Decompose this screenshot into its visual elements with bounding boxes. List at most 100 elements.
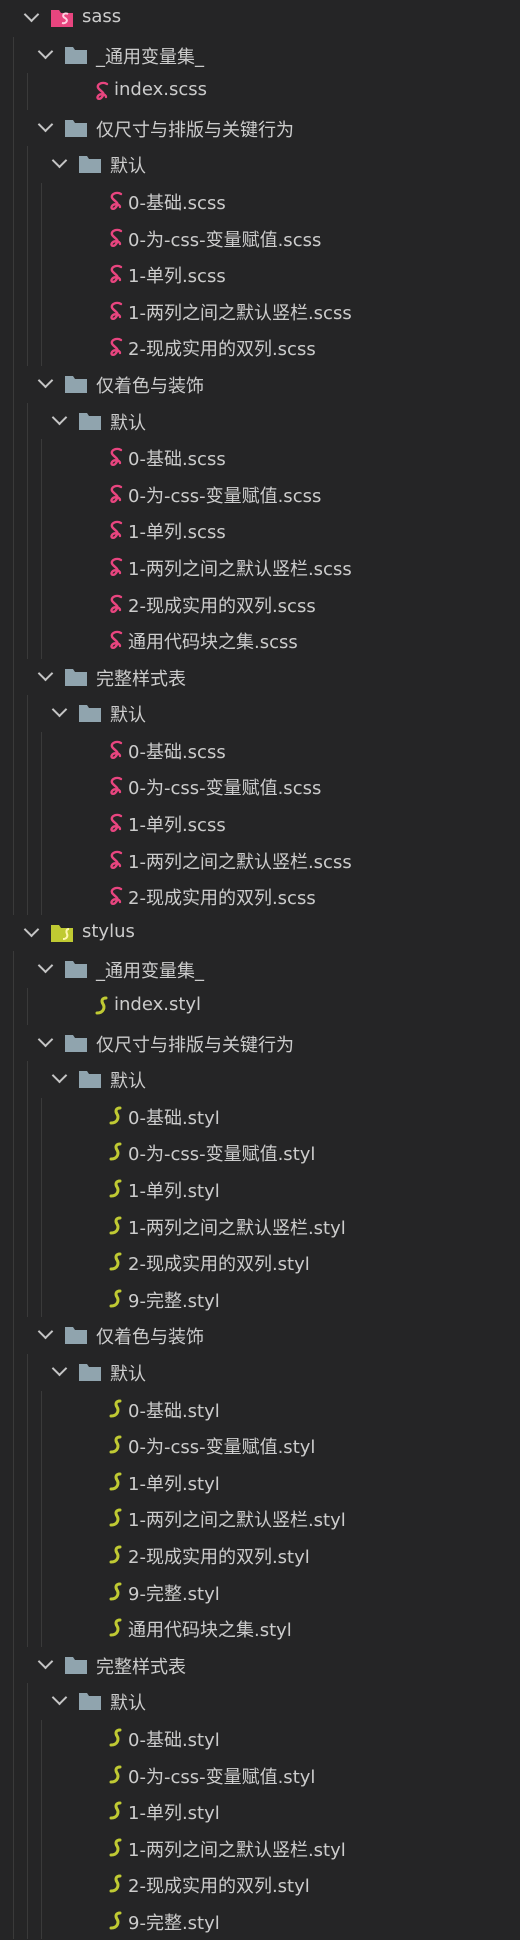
- tree-folder-row[interactable]: stylus: [0, 915, 520, 952]
- tree-file-row[interactable]: 0-基础.styl: [0, 1719, 520, 1757]
- sass-file-icon: [90, 80, 114, 102]
- chevron-down-icon[interactable]: [51, 409, 68, 425]
- tree-file-row[interactable]: 0-基础.scss: [0, 731, 520, 769]
- tree-file-row[interactable]: 1-两列之间之默认竖栏.scss: [0, 548, 520, 586]
- tree-folder-row[interactable]: 仅尺寸与排版与关键行为: [0, 1024, 520, 1062]
- indent-guide: [27, 1207, 28, 1245]
- indent-guide: [27, 768, 28, 806]
- tree-file-row[interactable]: 0-为-css-变量赋值.scss: [0, 768, 520, 806]
- indent-guide: [27, 1902, 28, 1940]
- tree-file-row[interactable]: 通用代码块之集.styl: [0, 1610, 520, 1647]
- tree-folder-row[interactable]: _通用变量集_: [0, 951, 520, 989]
- file-name: 1-两列之间之默认竖栏.scss: [128, 558, 352, 580]
- tree-file-row[interactable]: 0-为-css-变量赋值.styl: [0, 1427, 520, 1464]
- indent-guide: [13, 512, 14, 549]
- indent-guide: [13, 329, 14, 366]
- tree-file-row[interactable]: 1-单列.scss: [0, 256, 520, 293]
- tree-folder-row[interactable]: sass: [0, 0, 520, 37]
- tree-file-row[interactable]: 2-现成实用的双列.scss: [0, 585, 520, 623]
- tree-folder-row[interactable]: 默认: [0, 1353, 520, 1391]
- tree-folder-row[interactable]: 默认: [0, 1683, 520, 1720]
- tree-file-row[interactable]: 0-为-css-变量赋值.scss: [0, 475, 520, 513]
- chevron-down-icon[interactable]: [51, 702, 68, 718]
- indent-guide: [41, 1573, 42, 1611]
- tree-file-row[interactable]: 9-完整.styl: [0, 1573, 520, 1611]
- tree-file-row[interactable]: 1-单列.styl: [0, 1171, 520, 1208]
- sass-file-icon: [104, 812, 128, 834]
- tree-folder-row[interactable]: 默认: [0, 402, 520, 440]
- tree-file-row[interactable]: 9-完整.styl: [0, 1280, 520, 1318]
- indent-guide: [13, 548, 14, 586]
- tree-file-row[interactable]: 0-基础.styl: [0, 1390, 520, 1428]
- chevron-down-icon[interactable]: [37, 43, 54, 59]
- tree-folder-row[interactable]: 仅尺寸与排版与关键行为: [0, 109, 520, 147]
- chevron-down-icon[interactable]: [37, 372, 54, 389]
- tree-file-row[interactable]: 2-现成实用的双列.styl: [0, 1866, 520, 1903]
- tree-file-row[interactable]: 0-基础.scss: [0, 439, 520, 476]
- tree-folder-row[interactable]: 默认: [0, 146, 520, 183]
- tree-file-row[interactable]: index.scss: [0, 73, 520, 110]
- tree-folder-row[interactable]: 完整样式表: [0, 1646, 520, 1684]
- tree-file-row[interactable]: 9-完整.styl: [0, 1902, 520, 1940]
- tree-file-row[interactable]: 2-现成实用的双列.scss: [0, 878, 520, 915]
- stylus-file-icon: [104, 1141, 128, 1163]
- chevron-down-icon[interactable]: [51, 153, 68, 169]
- tree-folder-row[interactable]: 仅着色与装饰: [0, 1317, 520, 1354]
- sass-file-icon: [104, 885, 128, 907]
- tree-file-row[interactable]: 0-基础.scss: [0, 182, 520, 220]
- indent-guide: [13, 658, 14, 696]
- indent-guide: [13, 622, 14, 659]
- indent-guide: [13, 256, 14, 293]
- file-name: 0-为-css-变量赋值.scss: [128, 485, 322, 507]
- tree-folder-row[interactable]: 完整样式表: [0, 658, 520, 696]
- tree-file-row[interactable]: 1-单列.styl: [0, 1793, 520, 1830]
- indent-guide: [27, 1134, 28, 1171]
- chevron-down-icon[interactable]: [23, 921, 40, 938]
- tree-file-row[interactable]: 1-两列之间之默认竖栏.styl: [0, 1500, 520, 1537]
- chevron-down-icon[interactable]: [37, 958, 54, 974]
- chevron-down-icon[interactable]: [51, 1360, 68, 1377]
- tree-folder-row[interactable]: 默认: [0, 695, 520, 732]
- indent-guide: [13, 1756, 14, 1794]
- file-name: 2-现成实用的双列.styl: [128, 1876, 310, 1898]
- tree-file-row[interactable]: 0-为-css-变量赋值.styl: [0, 1134, 520, 1171]
- file-name: index.styl: [114, 994, 202, 1016]
- tree-file-row[interactable]: 通用代码块之集.scss: [0, 622, 520, 659]
- tree-file-row[interactable]: 0-基础.styl: [0, 1097, 520, 1135]
- chevron-down-icon[interactable]: [51, 1690, 68, 1706]
- chevron-down-icon[interactable]: [37, 665, 54, 681]
- tree-file-row[interactable]: index.styl: [0, 988, 520, 1025]
- indent-guide: [41, 1097, 42, 1135]
- chevron-down-icon[interactable]: [37, 1324, 54, 1340]
- file-name: 9-完整.styl: [128, 1290, 220, 1312]
- chevron-down-icon[interactable]: [37, 1031, 54, 1047]
- chevron-down-icon[interactable]: [51, 1067, 68, 1084]
- chevron-down-icon[interactable]: [37, 116, 54, 133]
- tree-file-row[interactable]: 1-单列.scss: [0, 512, 520, 549]
- indent-guide: [27, 841, 28, 879]
- tree-folder-row[interactable]: 仅着色与装饰: [0, 365, 520, 403]
- indent-guide: [13, 1280, 14, 1318]
- folder-name: 完整样式表: [96, 1656, 186, 1678]
- tree-file-row[interactable]: 1-两列之间之默认竖栏.scss: [0, 841, 520, 879]
- sass-file-icon: [104, 519, 128, 541]
- tree-file-row[interactable]: 1-单列.styl: [0, 1463, 520, 1501]
- tree-file-row[interactable]: 0-为-css-变量赋值.scss: [0, 219, 520, 257]
- tree-file-row[interactable]: 1-两列之间之默认竖栏.styl: [0, 1207, 520, 1245]
- indent-guide: [27, 402, 28, 440]
- tree-file-row[interactable]: 0-为-css-变量赋值.styl: [0, 1756, 520, 1794]
- chevron-down-icon[interactable]: [37, 1653, 54, 1669]
- tree-file-row[interactable]: 2-现成实用的双列.styl: [0, 1244, 520, 1281]
- tree-file-row[interactable]: 1-两列之间之默认竖栏.styl: [0, 1829, 520, 1867]
- tree-file-row[interactable]: 1-两列之间之默认竖栏.scss: [0, 292, 520, 330]
- tree-file-row[interactable]: 2-现成实用的双列.styl: [0, 1536, 520, 1574]
- tree-file-row[interactable]: 2-现成实用的双列.scss: [0, 329, 520, 366]
- tree-file-row[interactable]: 1-单列.scss: [0, 805, 520, 842]
- tree-folder-row[interactable]: _通用变量集_: [0, 36, 520, 74]
- file-name: 0-为-css-变量赋值.styl: [128, 1144, 316, 1166]
- indent-guide: [27, 878, 28, 915]
- indent-guide: [13, 951, 14, 989]
- tree-folder-row[interactable]: 默认: [0, 1061, 520, 1098]
- chevron-down-icon[interactable]: [23, 6, 40, 23]
- indent-guide: [41, 1866, 42, 1903]
